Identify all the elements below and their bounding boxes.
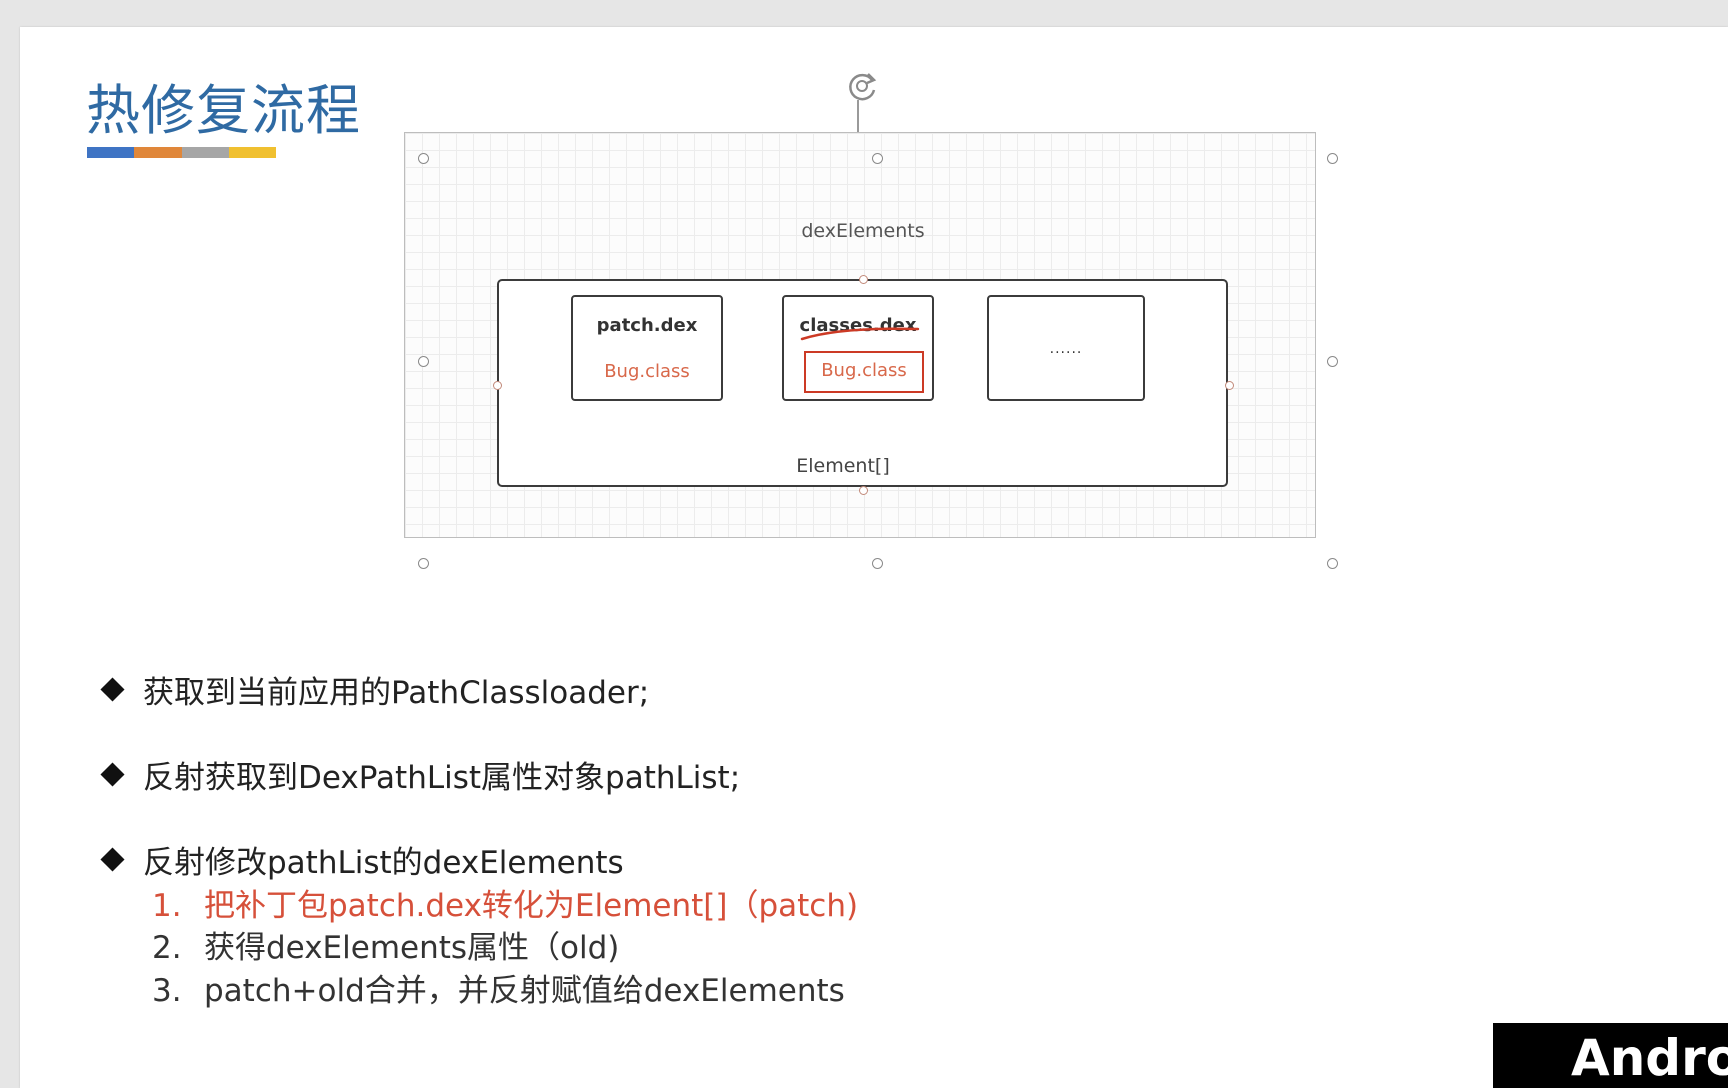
resize-handle-top[interactable] (872, 153, 883, 164)
array-handle-left[interactable] (493, 381, 502, 390)
bullet-text-3: 反射修改pathList的dexElements (143, 845, 624, 881)
resize-handle-right[interactable] (1327, 356, 1338, 367)
step-item-2: 2. 获得dexElements属性（old) (152, 922, 619, 967)
array-handle-bottom[interactable] (859, 486, 868, 495)
classes-bug-class-highlighted: Bug.class (804, 351, 924, 393)
step-number-2: 2. (152, 930, 182, 966)
classes-dex-box[interactable]: classes.dex Bug.class (782, 295, 934, 401)
brand-watermark: Andro (1493, 1023, 1728, 1088)
patch-bug-class: Bug.class (604, 361, 690, 382)
resize-handle-left[interactable] (418, 356, 429, 367)
more-dex-box[interactable]: ...... (987, 295, 1145, 401)
red-strike-mark (800, 327, 920, 341)
rotate-handle-icon[interactable] (842, 66, 882, 106)
bullet-text-2: 反射获取到DexPathList属性对象pathList; (143, 760, 741, 796)
step-number-3: 3. (152, 973, 182, 1009)
diamond-bullet-icon (100, 847, 125, 872)
bullet-item-1: 获取到当前应用的PathClassloader; (99, 667, 649, 712)
resize-handle-top-right[interactable] (1327, 153, 1338, 164)
step-text-3: patch+old合并，并反射赋值给dexElements (204, 973, 845, 1009)
step-number-1: 1. (152, 888, 182, 924)
patch-dex-name: patch.dex (596, 315, 698, 336)
step-text-1: 把补丁包patch.dex转化为Element[]（patch) (204, 888, 859, 924)
title-underline-bar (87, 147, 276, 158)
step-item-3: 3. patch+old合并，并反射赋值给dexElements (152, 965, 845, 1010)
diamond-bullet-icon (100, 677, 125, 702)
title-bar-blue (87, 147, 135, 158)
array-handle-right[interactable] (1225, 381, 1234, 390)
resize-handle-bottom-right[interactable] (1327, 558, 1338, 569)
resize-handle-bottom[interactable] (872, 558, 883, 569)
patch-dex-box[interactable]: patch.dex Bug.class (571, 295, 723, 401)
ellipsis-text: ...... (1049, 341, 1083, 357)
bullet-text-1: 获取到当前应用的PathClassloader; (143, 675, 650, 711)
bullet-item-2: 反射获取到DexPathList属性对象pathList; (99, 752, 740, 797)
rotate-stem (857, 100, 859, 132)
title-bar-yellow (228, 147, 276, 158)
element-array-label: Element[] (796, 455, 890, 477)
bullet-item-3: 反射修改pathList的dexElements (99, 837, 624, 882)
dex-elements-label: dexElements (801, 220, 925, 242)
title-bar-orange (134, 147, 182, 158)
step-item-1: 1. 把补丁包patch.dex转化为Element[]（patch) (152, 880, 858, 925)
title-bar-gray (181, 147, 229, 158)
slide-title[interactable]: 热修复流程 (86, 66, 361, 145)
resize-handle-top-left[interactable] (418, 153, 429, 164)
diamond-bullet-icon (100, 762, 125, 787)
resize-handle-bottom-left[interactable] (418, 558, 429, 569)
array-handle-top[interactable] (859, 275, 868, 284)
step-text-2: 获得dexElements属性（old) (204, 930, 620, 966)
